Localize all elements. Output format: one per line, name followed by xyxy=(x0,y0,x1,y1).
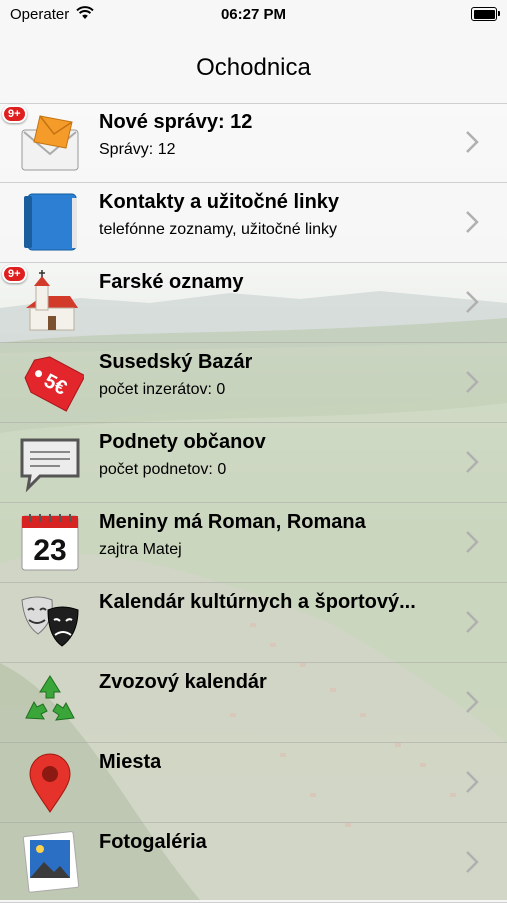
menu-item-title: Miesta xyxy=(99,751,162,773)
menu-item-subtitle: Správy: 12 xyxy=(99,141,176,158)
menu-item-parish[interactable]: 9+ Farské oznamy xyxy=(0,263,507,343)
menu-item-title: Fotogaléria xyxy=(99,831,207,853)
chevron-right-icon xyxy=(466,771,479,793)
chevron-right-icon xyxy=(466,211,479,233)
page-title: Ochodnica xyxy=(196,54,311,81)
status-bar: Operater 06:27 PM xyxy=(0,0,507,30)
menu-item-subtitle: počet inzerátov: 0 xyxy=(99,381,226,398)
menu-item-waste-calendar[interactable]: Zvozový kalendár xyxy=(0,663,507,743)
navigation-bar: Ochodnica xyxy=(0,30,507,104)
menu-item-title: Farské oznamy xyxy=(99,271,244,293)
menu-item-subtitle: zajtra Matej xyxy=(99,541,182,558)
theater-masks-icon xyxy=(21,596,79,647)
menu-item-photo-gallery[interactable]: Fotogaléria xyxy=(0,823,507,903)
calendar-day-number: 23 xyxy=(33,534,66,567)
speech-bubble-icon xyxy=(20,438,80,493)
menu-item-title: Kontakty a užitočné linky xyxy=(99,191,340,213)
photo-gallery-icon xyxy=(22,831,80,893)
map-pin-icon xyxy=(29,753,71,813)
chevron-right-icon xyxy=(466,611,479,633)
chevron-right-icon xyxy=(466,131,479,153)
chevron-right-icon xyxy=(466,371,479,393)
battery-icon xyxy=(471,7,500,21)
menu-item-name-day[interactable]: 23 Meniny má Roman, Romana zajtra Matej xyxy=(0,503,507,583)
mail-icon xyxy=(21,115,79,171)
chevron-right-icon xyxy=(466,451,479,473)
menu-item-places[interactable]: Miesta xyxy=(0,743,507,823)
menu-list: 9+ Nové správy: 12 Správy: 12 Kontakty a… xyxy=(0,103,507,903)
menu-item-title: Kalendár kultúrnych a športový... xyxy=(99,591,416,613)
badge-count: 9+ xyxy=(2,105,27,123)
clock: 06:27 PM xyxy=(220,6,287,23)
chevron-right-icon xyxy=(466,691,479,713)
badge-count: 9+ xyxy=(2,265,27,283)
menu-item-title: Zvozový kalendár xyxy=(99,671,267,693)
chevron-right-icon xyxy=(466,291,479,313)
recycle-icon xyxy=(25,675,75,721)
chevron-right-icon xyxy=(466,851,479,873)
menu-item-title: Susedský Bazár xyxy=(99,351,253,373)
menu-item-bazaar[interactable]: 5€ Susedský Bazár počet inzerátov: 0 xyxy=(0,343,507,423)
church-icon xyxy=(26,270,78,331)
menu-item-citizen-feedback[interactable]: Podnety občanov počet podnetov: 0 xyxy=(0,423,507,503)
menu-item-title: Podnety občanov xyxy=(99,431,266,453)
price-tag-icon: 5€ xyxy=(24,356,84,412)
menu-item-subtitle: počet podnetov: 0 xyxy=(99,461,227,478)
chevron-right-icon xyxy=(466,531,479,553)
menu-item-messages[interactable]: 9+ Nové správy: 12 Správy: 12 xyxy=(0,103,507,183)
address-book-icon xyxy=(24,193,77,251)
menu-item-contacts[interactable]: Kontakty a užitočné linky telefónne zozn… xyxy=(0,183,507,263)
menu-item-events-calendar[interactable]: Kalendár kultúrnych a športový... xyxy=(0,583,507,663)
menu-item-title: Nové správy: 12 xyxy=(99,111,253,133)
menu-item-subtitle: telefónne zoznamy, užitočné linky xyxy=(99,221,338,238)
calendar-icon: 23 xyxy=(21,514,79,571)
menu-item-title: Meniny má Roman, Romana xyxy=(99,511,366,533)
